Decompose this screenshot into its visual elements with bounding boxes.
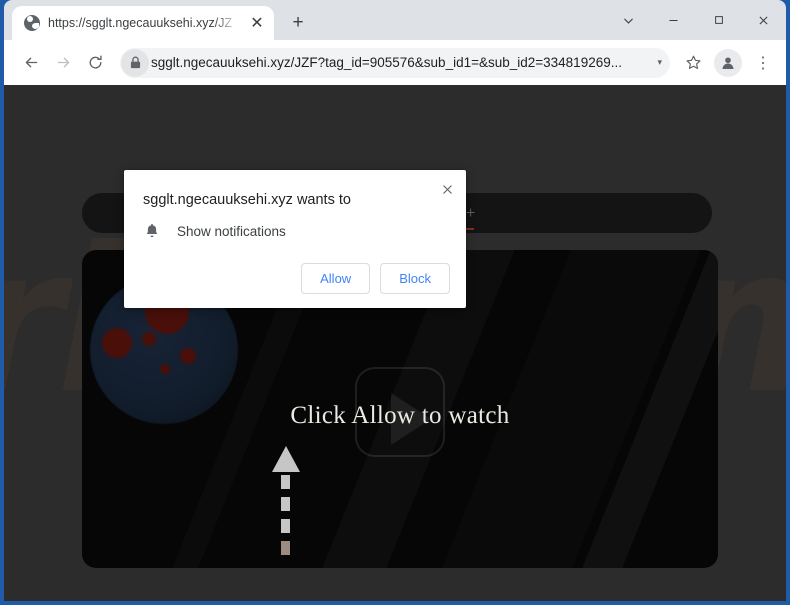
dialog-actions: Allow Block: [301, 263, 450, 294]
forward-icon[interactable]: [48, 48, 78, 78]
browser-window: https://sgglt.ngecauuksehi.xyz/JZ ✕ + sg…: [0, 0, 790, 605]
close-icon[interactable]: [436, 178, 458, 200]
planet-spot: [160, 364, 170, 374]
permission-label: Show notifications: [177, 223, 286, 239]
close-icon[interactable]: ✕: [248, 14, 266, 32]
browser-menu-icon[interactable]: ⋮: [748, 48, 778, 78]
arrow-dash: [281, 497, 290, 511]
globe-icon: [24, 15, 40, 31]
reload-icon[interactable]: [80, 48, 110, 78]
arrow-up-icon: [272, 446, 300, 472]
bell-icon: [143, 222, 161, 240]
arrow-dash: [281, 519, 290, 533]
browser-toolbar: sgglt.ngecauuksehi.xyz/JZF?tag_id=905576…: [4, 40, 786, 85]
address-bar[interactable]: sgglt.ngecauuksehi.xyz/JZF?tag_id=905576…: [120, 47, 670, 78]
block-button[interactable]: Block: [380, 263, 450, 294]
window-controls: [606, 0, 786, 40]
allow-button[interactable]: Allow: [301, 263, 371, 294]
dialog-title: sgglt.ngecauuksehi.xyz wants to: [143, 192, 351, 208]
planet-spot: [180, 348, 196, 364]
tab-strip: https://sgglt.ngecauuksehi.xyz/JZ ✕ +: [4, 0, 786, 40]
minimize-icon[interactable]: [651, 0, 696, 40]
arrow-dash: [281, 541, 290, 555]
chevron-down-icon[interactable]: [606, 0, 651, 40]
profile-avatar[interactable]: [714, 48, 742, 77]
call-to-action-text: Click Allow to watch: [290, 402, 510, 429]
planet-spot: [102, 328, 132, 358]
lock-icon: [121, 48, 149, 77]
back-icon[interactable]: [16, 48, 46, 78]
permission-row: Show notifications: [143, 222, 286, 240]
tab-title: https://sgglt.ngecauuksehi.xyz/JZ: [48, 16, 233, 30]
chevron-down-icon[interactable]: ▾: [657, 57, 662, 68]
url-text: sgglt.ngecauuksehi.xyz/JZF?tag_id=905576…: [151, 55, 622, 70]
page-viewport: risk.com ЛЯ ТЕХ, КОМУ 21+ Click Allow to…: [4, 85, 786, 601]
close-window-icon[interactable]: [741, 0, 786, 40]
browser-tab[interactable]: https://sgglt.ngecauuksehi.xyz/JZ ✕: [12, 6, 274, 40]
bookmark-star-icon[interactable]: [678, 48, 708, 78]
planet-spot: [142, 332, 156, 346]
new-tab-button[interactable]: +: [284, 9, 312, 37]
notification-permission-dialog: sgglt.ngecauuksehi.xyz wants to Show not…: [124, 170, 466, 308]
maximize-icon[interactable]: [696, 0, 741, 40]
arrow-dash: [281, 475, 290, 489]
